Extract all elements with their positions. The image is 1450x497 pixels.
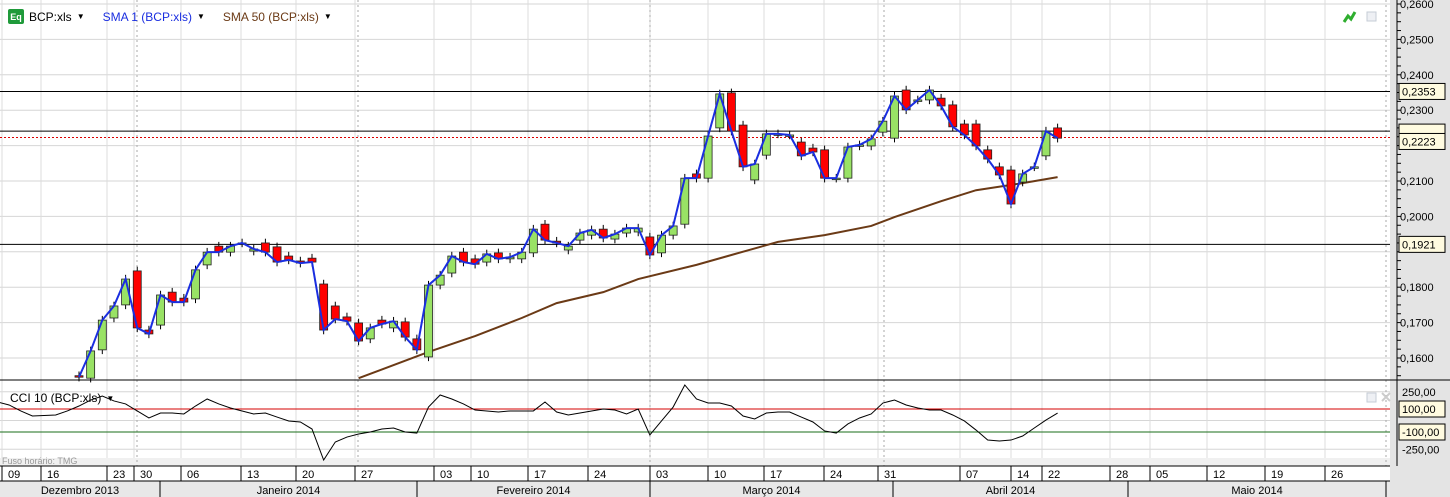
symbol-legend[interactable]: Eq BCP:xls ▼ [8, 9, 85, 24]
date-label: 07 [966, 469, 978, 481]
candle-body [657, 234, 666, 254]
price-tick-label: 0,2000 [1400, 211, 1434, 223]
candle-body [761, 133, 771, 156]
cci-tick-label: 250,00 [1402, 387, 1436, 399]
candle-body [156, 294, 165, 326]
date-label: 16 [47, 469, 59, 481]
candle-body [319, 283, 329, 331]
date-label: 20 [302, 469, 314, 481]
month-label: Março 2014 [742, 485, 800, 497]
sma50-label: SMA 50 (BCP:xls) [222, 9, 319, 24]
date-label: 10 [477, 469, 489, 481]
timezone-strip [0, 458, 1390, 466]
chart-legend: Eq BCP:xls ▼ SMA 1 (BCP:xls) ▼ SMA 50 (B… [8, 9, 344, 24]
candle-body [109, 305, 119, 319]
candle[interactable] [598, 224, 608, 243]
sma1-line [78, 88, 1059, 378]
candle[interactable] [377, 315, 387, 329]
date-label: 31 [884, 469, 896, 481]
candle[interactable] [738, 120, 748, 172]
cci-close-icon[interactable] [1381, 392, 1391, 402]
date-label: 10 [714, 469, 726, 481]
month-row [0, 481, 1390, 497]
date-label: 26 [1331, 469, 1343, 481]
month-label: Dezembro 2013 [41, 485, 119, 497]
cci-level-label: 100,00 [1402, 404, 1436, 416]
sma1-legend[interactable]: SMA 1 (BCP:xls) ▼ [103, 10, 205, 24]
trend-icon[interactable] [1342, 11, 1357, 23]
candle-body [330, 305, 340, 320]
date-label: 27 [361, 469, 373, 481]
month-label: Fevereiro 2014 [497, 485, 571, 497]
candle[interactable] [493, 248, 503, 264]
cci-label: CCI 10 (BCP:xls) [10, 391, 102, 405]
date-label: 22 [1048, 469, 1060, 481]
price-tick-label: 0,2100 [1400, 176, 1434, 188]
date-label: 24 [830, 469, 842, 481]
month-label: Maio 2014 [1231, 485, 1282, 497]
price-tick-label: 0,1700 [1400, 318, 1434, 330]
candle-body [703, 135, 713, 179]
candle[interactable] [1053, 123, 1062, 143]
candle-body [202, 251, 212, 266]
chart-canvas[interactable]: 0,2600 0,2500 0,2400 0,2300 0,2100 0,2000 0,18… [0, 0, 1450, 497]
cci-level-label: -100,00 [1402, 427, 1439, 439]
price-tick-label: 0,1600 [1400, 353, 1434, 365]
candle-body [645, 236, 655, 256]
date-label: 06 [187, 469, 199, 481]
date-label: 05 [1156, 469, 1168, 481]
cci-maximize-icon[interactable] [1366, 392, 1377, 403]
date-label: 03 [656, 469, 668, 481]
date-label: 23 [113, 469, 125, 481]
candle-body [680, 177, 690, 225]
price-line-label: 0,2353 [1402, 86, 1436, 98]
price-tick-label: 0,2600 [1400, 0, 1434, 11]
price-line-label: 0,1921 [1402, 239, 1436, 251]
date-label: 03 [440, 469, 452, 481]
equity-icon: Eq [8, 9, 24, 24]
date-row [0, 466, 1390, 481]
sma50-legend[interactable]: SMA 50 (BCP:xls) ▼ [223, 10, 332, 24]
date-label: 09 [8, 469, 20, 481]
date-label: 17 [534, 469, 546, 481]
candle[interactable] [284, 251, 294, 265]
sma1-label: SMA 1 (BCP:xls) [102, 9, 192, 24]
date-label: 13 [247, 469, 259, 481]
date-label: 28 [1116, 469, 1128, 481]
candle[interactable] [167, 287, 177, 307]
candle[interactable] [424, 280, 433, 362]
candle[interactable] [342, 312, 352, 326]
price-tick-label: 0,1800 [1400, 282, 1434, 294]
candle-body [1041, 130, 1051, 157]
symbol-label: BCP:xls [29, 9, 72, 24]
dropdown-caret-icon: ▼ [323, 12, 332, 21]
maximize-icon[interactable] [1366, 11, 1377, 22]
candle[interactable] [202, 247, 212, 270]
cci-tick-label: -250,00 [1402, 444, 1439, 456]
timezone-label: Fuso horário: TMG [2, 456, 78, 466]
date-label: 24 [594, 469, 606, 481]
candle-body [750, 163, 760, 181]
date-label: 12 [1213, 469, 1225, 481]
date-label: 19 [1271, 469, 1283, 481]
price-panel[interactable] [0, 85, 1390, 383]
candle-body [715, 93, 725, 129]
dropdown-caret-icon: ▼ [106, 393, 115, 403]
grid [0, 0, 1390, 497]
price-tick-label: 0,2400 [1400, 70, 1434, 82]
cci-legend[interactable]: CCI 10 (BCP:xls) ▼ [10, 391, 114, 405]
candle-body [191, 269, 200, 300]
price-tick-label: 0,2300 [1400, 105, 1434, 117]
month-label: Janeiro 2014 [257, 485, 321, 497]
dropdown-caret-icon: ▼ [196, 12, 205, 21]
candle-body [97, 319, 107, 351]
date-label: 17 [770, 469, 782, 481]
last-price-label: 0,2223 [1402, 136, 1436, 148]
date-label: 30 [140, 469, 152, 481]
candle[interactable] [132, 266, 142, 333]
dropdown-caret-icon: ▼ [76, 12, 85, 21]
price-tick-label: 0,2500 [1400, 34, 1434, 46]
month-label: Abril 2014 [986, 485, 1036, 497]
date-label: 14 [1017, 469, 1029, 481]
